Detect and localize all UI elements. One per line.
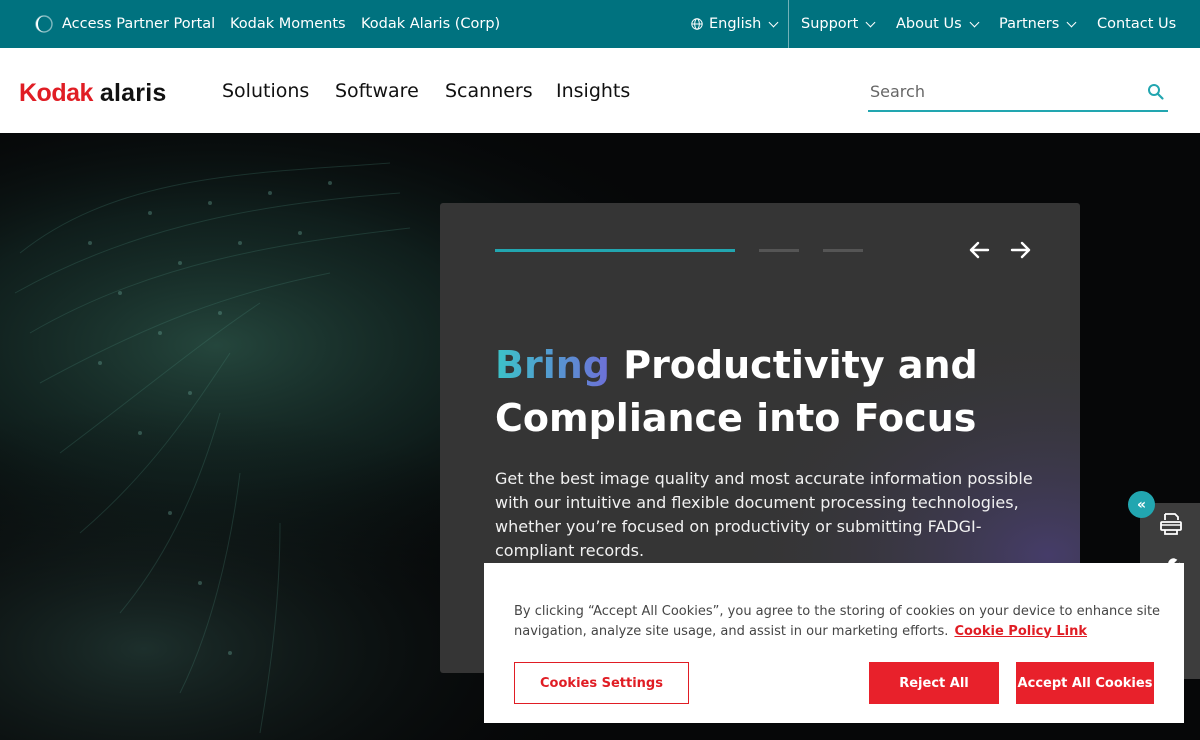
hero-description: Get the best image quality and most accu… xyxy=(495,469,1033,560)
side-toolbar-toggle[interactable]: « xyxy=(1128,491,1155,518)
language-selector[interactable]: English xyxy=(691,0,779,48)
search-bar xyxy=(868,72,1168,112)
arrow-right-icon[interactable] xyxy=(1007,237,1033,263)
chevron-down-icon xyxy=(768,17,779,27)
globe-icon xyxy=(691,18,703,30)
main-header: Kodak alaris Solutions Software Scanners… xyxy=(0,48,1200,133)
kodak-moments-link[interactable]: Kodak Moments xyxy=(230,0,346,48)
chevron-down-icon xyxy=(865,17,876,27)
nav-solutions[interactable]: Solutions xyxy=(222,80,309,102)
kodak-alaris-logo[interactable]: Kodak alaris xyxy=(19,79,166,107)
language-label: English xyxy=(709,16,762,32)
carousel-progress-2[interactable] xyxy=(759,249,799,252)
cookies-settings-button[interactable]: Cookies Settings xyxy=(514,662,689,704)
search-input[interactable] xyxy=(868,76,1133,106)
chevron-down-icon xyxy=(969,17,980,27)
kodak-alaris-corp-label: Kodak Alaris (Corp) xyxy=(361,16,501,32)
support-label: Support xyxy=(801,16,859,32)
about-us-label: About Us xyxy=(896,16,962,32)
search-icon[interactable] xyxy=(1147,83,1165,101)
nav-scanners[interactable]: Scanners xyxy=(445,80,533,102)
access-partner-portal-label: Access Partner Portal xyxy=(62,16,216,32)
cookie-text-block: By clicking “Accept All Cookies”, you ag… xyxy=(514,602,1164,641)
cookie-policy-link[interactable]: Cookie Policy Link xyxy=(954,624,1087,639)
chevron-down-icon xyxy=(1066,17,1077,27)
partners-label: Partners xyxy=(999,16,1060,32)
partners-menu[interactable]: Partners xyxy=(999,0,1077,48)
carousel-progress-3[interactable] xyxy=(823,249,863,252)
cookie-banner: By clicking “Accept All Cookies”, you ag… xyxy=(484,563,1184,723)
hero-headline: Bring Productivity and Compliance into F… xyxy=(495,339,1055,445)
hero-headline-highlight: Bring xyxy=(495,343,610,387)
kodak-alaris-corp-link[interactable]: Kodak Alaris (Corp) xyxy=(361,0,500,48)
contact-us-link[interactable]: Contact Us xyxy=(1097,0,1176,48)
logo-product: alaris xyxy=(99,79,167,107)
utility-divider xyxy=(788,0,789,48)
accept-all-cookies-button[interactable]: Accept All Cookies xyxy=(1016,662,1154,704)
nav-insights[interactable]: Insights xyxy=(556,80,630,102)
portal-icon xyxy=(35,15,53,33)
utility-bar: Access Partner Portal Kodak Moments Koda… xyxy=(0,0,1200,48)
carousel-progress-1[interactable] xyxy=(495,249,735,252)
nav-software[interactable]: Software xyxy=(335,80,419,102)
contact-us-label: Contact Us xyxy=(1097,16,1177,32)
reject-all-button[interactable]: Reject All xyxy=(869,662,999,704)
kodak-moments-label: Kodak Moments xyxy=(230,16,346,32)
logo-brand: Kodak xyxy=(19,79,93,107)
scanner-icon[interactable] xyxy=(1158,511,1184,537)
support-menu[interactable]: Support xyxy=(801,0,876,48)
about-us-menu[interactable]: About Us xyxy=(896,0,980,48)
access-partner-portal-link[interactable]: Access Partner Portal xyxy=(35,0,215,48)
arrow-left-icon[interactable] xyxy=(967,237,993,263)
